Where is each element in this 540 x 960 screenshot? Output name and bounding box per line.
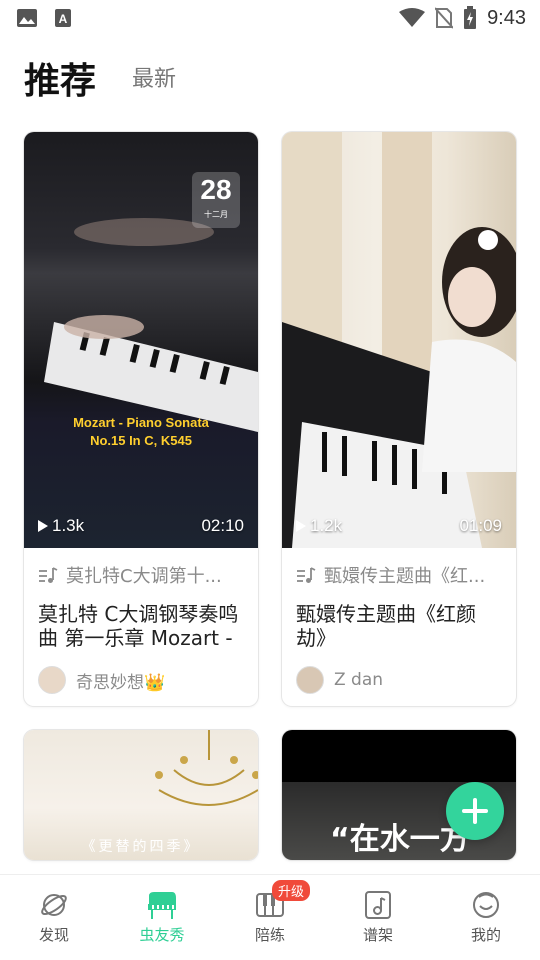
music-list-icon xyxy=(297,567,316,583)
tab-latest[interactable]: 最新 xyxy=(132,58,176,104)
music-list-icon xyxy=(39,567,58,583)
svg-text:A: A xyxy=(59,12,68,26)
clock: 9:43 xyxy=(487,6,526,29)
play-count: 1.2k xyxy=(296,516,342,536)
tab-music-stand[interactable]: 谱架 xyxy=(328,890,428,945)
piano-icon xyxy=(148,892,176,919)
play-count-value: 1.2k xyxy=(310,516,343,535)
thumbnail-caption: Mozart - Piano Sonata No.15 In C, K545 xyxy=(24,414,258,450)
text-notification-icon: A xyxy=(55,9,71,27)
tab-recommended[interactable]: 推荐 xyxy=(24,60,96,104)
tab-practice[interactable]: 升级 陪练 xyxy=(220,880,320,945)
video-card[interactable]: 《更替的四季》 xyxy=(24,730,258,860)
video-card[interactable]: 28 十二月 Mozart - Piano Sonata No.15 In C,… xyxy=(24,132,258,706)
plus-icon xyxy=(462,798,488,824)
thumbnail-caption: 《更替的四季》 xyxy=(81,839,201,855)
song-link[interactable]: 莫扎特C大调第十... xyxy=(24,548,258,602)
music-note-icon xyxy=(365,891,391,919)
play-count: 1.3k xyxy=(38,516,84,536)
avatar xyxy=(296,666,324,694)
video-thumbnail[interactable]: 1.2k 01:09 xyxy=(282,132,516,548)
battery-charging-icon xyxy=(464,6,477,29)
video-duration: 01:09 xyxy=(459,516,502,535)
song-name: 甄嬛传主题曲《红... xyxy=(324,566,486,587)
video-thumbnail[interactable]: 28 十二月 Mozart - Piano Sonata No.15 In C,… xyxy=(24,132,258,548)
date-day: 28 xyxy=(200,174,232,205)
wifi-icon xyxy=(399,8,426,27)
author[interactable]: 奇思妙想👑 xyxy=(24,658,258,694)
create-post-button[interactable] xyxy=(446,782,504,840)
video-title: 甄嬛传主题曲《红颜劫》 xyxy=(296,602,476,650)
song-name: 莫扎特C大调第十... xyxy=(66,566,222,587)
video-duration: 02:10 xyxy=(201,516,244,535)
author-name: Z dan xyxy=(334,670,384,690)
upgrade-badge: 升级 xyxy=(272,880,311,901)
date-month: 十二月 xyxy=(204,210,228,219)
author[interactable]: Z dan xyxy=(282,658,516,694)
tab-user-show-label: 虫友秀 xyxy=(139,926,185,944)
tab-user-show[interactable]: 虫友秀 xyxy=(112,890,212,945)
tab-discover[interactable]: 发现 xyxy=(4,890,104,945)
tab-me-label: 我的 xyxy=(470,926,501,944)
smiley-icon xyxy=(473,892,499,918)
status-bar: A 9:43 xyxy=(0,0,540,36)
play-icon xyxy=(296,520,306,532)
tab-me[interactable]: 我的 xyxy=(436,890,536,945)
caption-line-2: No.15 In C, K545 xyxy=(90,433,192,448)
bottom-tab-bar: 发现 虫友秀 升级 陪练 谱架 我的 xyxy=(0,874,540,960)
tab-music-stand-label: 谱架 xyxy=(362,926,393,944)
song-link[interactable]: 甄嬛传主题曲《红... xyxy=(282,548,516,602)
image-notification-icon xyxy=(17,9,37,27)
pianist-illustration xyxy=(282,132,516,548)
feed-tabs: 推荐 最新 xyxy=(24,52,176,104)
video-thumbnail[interactable]: 《更替的四季》 xyxy=(24,730,258,860)
play-icon xyxy=(38,520,48,532)
play-count-value: 1.3k xyxy=(52,516,85,535)
video-card[interactable]: 1.2k 01:09 甄嬛传主题曲《红... 甄嬛传主题曲《红颜劫》 Z dan xyxy=(282,132,516,706)
tab-recommended-label: 推荐 xyxy=(24,61,97,102)
caption-line-1: Mozart - Piano Sonata xyxy=(73,415,209,430)
no-sim-icon xyxy=(435,7,454,29)
planet-icon xyxy=(41,894,67,916)
tab-practice-label: 陪练 xyxy=(254,926,285,944)
video-title: 莫扎特 C大调钢琴奏鸣曲 第一乐章 Mozart - ... xyxy=(38,602,239,658)
author-name: 奇思妙想👑 xyxy=(76,672,166,693)
avatar xyxy=(38,666,66,694)
tab-discover-label: 发现 xyxy=(38,926,69,944)
date-badge: 28 十二月 xyxy=(192,172,240,228)
